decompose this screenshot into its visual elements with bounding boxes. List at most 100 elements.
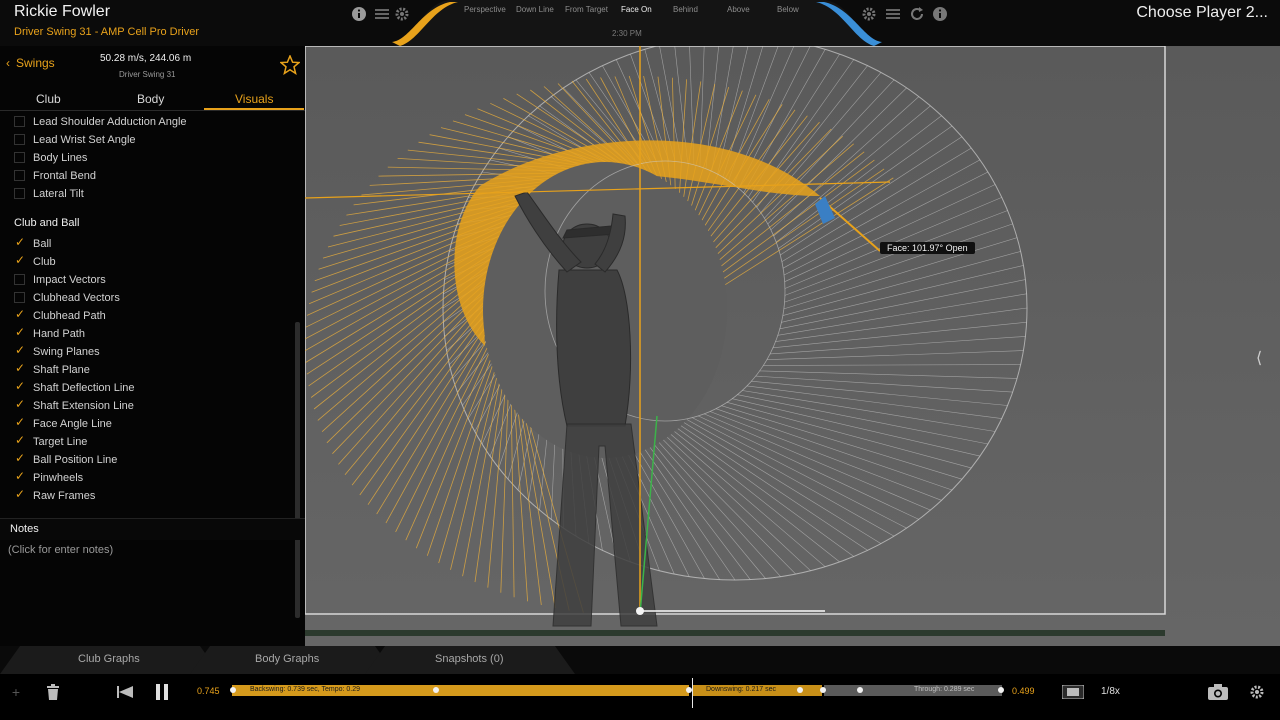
playback-speed[interactable]: 1/8x <box>1101 686 1120 697</box>
gear-icon[interactable] <box>860 5 878 23</box>
tab-club[interactable]: Club <box>36 92 61 106</box>
option-checkbox[interactable] <box>14 170 25 181</box>
option-row[interactable]: Lead Shoulder Adduction Angle <box>14 113 187 130</box>
option-row[interactable]: Shaft Extension Line <box>14 397 134 414</box>
info-icon[interactable] <box>350 5 368 23</box>
option-checkbox[interactable] <box>14 307 25 321</box>
tab-club-graphs[interactable]: Club Graphs <box>78 653 140 665</box>
option-row[interactable]: Body Lines <box>14 149 87 166</box>
pause-icon[interactable] <box>152 682 172 702</box>
option-checkbox[interactable] <box>14 361 25 375</box>
option-checkbox[interactable] <box>14 188 25 199</box>
option-checkbox[interactable] <box>14 253 25 267</box>
option-checkbox[interactable] <box>14 379 25 393</box>
option-checkbox[interactable] <box>14 134 25 145</box>
star-icon[interactable] <box>279 54 301 76</box>
gear-icon[interactable] <box>1247 682 1267 702</box>
option-checkbox[interactable] <box>14 343 25 357</box>
option-checkbox[interactable] <box>14 292 25 303</box>
option-row[interactable]: Raw Frames <box>14 487 95 504</box>
option-row[interactable]: Club <box>14 253 56 270</box>
option-label: Shaft Plane <box>33 363 90 376</box>
option-row[interactable]: Shaft Deflection Line <box>14 379 135 396</box>
view-above[interactable]: Above <box>727 5 750 14</box>
option-checkbox[interactable] <box>14 469 25 483</box>
backswing-segment[interactable]: Backswing: 0.739 sec, Tempo: 0.29 <box>232 685 689 696</box>
tab-body[interactable]: Body <box>137 92 164 106</box>
timeline-marker[interactable] <box>230 687 236 693</box>
option-row[interactable]: Pinwheels <box>14 469 83 486</box>
option-row[interactable]: Lateral Tilt <box>14 185 84 202</box>
swings-back-button[interactable]: ‹ Swings <box>6 56 55 70</box>
option-checkbox[interactable] <box>14 235 25 249</box>
frame-mode-icon[interactable] <box>1062 682 1084 702</box>
option-checkbox[interactable] <box>14 433 25 447</box>
visuals-panel: ‹ Swings 50.28 m/s, 244.06 m Driver Swin… <box>0 46 305 646</box>
timeline-marker[interactable] <box>433 687 439 693</box>
option-label: Frontal Bend <box>33 169 96 182</box>
option-label: Pinwheels <box>33 471 84 484</box>
refresh-icon[interactable] <box>908 5 926 23</box>
trash-icon[interactable] <box>43 682 63 702</box>
option-checkbox[interactable] <box>14 152 25 163</box>
option-label: Raw Frames <box>33 489 96 502</box>
option-row[interactable]: Lead Wrist Set Angle <box>14 131 136 148</box>
tab-body-graphs[interactable]: Body Graphs <box>255 653 319 665</box>
view-face-on[interactable]: Face On <box>621 5 652 14</box>
option-label: Impact Vectors <box>33 273 106 286</box>
view-from-target[interactable]: From Target <box>565 5 608 14</box>
chevron-left-icon[interactable]: ⟨ <box>1256 348 1262 368</box>
option-checkbox[interactable] <box>14 451 25 465</box>
option-row[interactable]: Face Angle Line <box>14 415 112 432</box>
view-perspective[interactable]: Perspective <box>464 5 506 14</box>
choose-player-button[interactable]: Choose Player 2... <box>1136 4 1268 22</box>
timeline-marker[interactable] <box>820 687 826 693</box>
panel-scrollbar[interactable] <box>295 322 300 618</box>
swings-back-label: Swings <box>16 56 55 70</box>
playhead[interactable] <box>692 678 693 708</box>
option-checkbox[interactable] <box>14 274 25 285</box>
option-row[interactable]: Shaft Plane <box>14 361 90 378</box>
option-row[interactable]: Ball <box>14 235 51 252</box>
option-row[interactable]: Swing Planes <box>14 343 100 360</box>
start-time: 0.745 <box>197 686 220 696</box>
option-row[interactable]: Frontal Bend <box>14 167 96 184</box>
list-icon[interactable] <box>884 5 902 23</box>
add-icon[interactable]: + <box>6 682 26 702</box>
view-behind[interactable]: Behind <box>673 5 698 14</box>
timeline-marker[interactable] <box>797 687 803 693</box>
info-icon[interactable] <box>931 5 949 23</box>
camera-icon[interactable] <box>1208 682 1228 702</box>
option-row[interactable]: Clubhead Vectors <box>14 289 120 306</box>
option-row[interactable]: Impact Vectors <box>14 271 106 288</box>
notes-header: Notes <box>0 518 305 540</box>
option-checkbox[interactable] <box>14 325 25 339</box>
option-label: Lead Wrist Set Angle <box>33 133 136 146</box>
view-down-line[interactable]: Down Line <box>516 5 554 14</box>
option-row[interactable]: Hand Path <box>14 325 85 342</box>
through-segment[interactable]: Through: 0.289 sec <box>824 685 1002 696</box>
swing-viewport[interactable]: Face: 101.97° Open ⟨ <box>305 46 1280 646</box>
end-time: 0.499 <box>1012 686 1035 696</box>
option-row[interactable]: Clubhead Path <box>14 307 106 324</box>
option-checkbox[interactable] <box>14 487 25 501</box>
option-row[interactable]: Target Line <box>14 433 87 450</box>
option-checkbox[interactable] <box>14 397 25 411</box>
skip-back-icon[interactable] <box>115 682 135 702</box>
player-name[interactable]: Rickie Fowler <box>14 3 110 21</box>
backswing-label: Backswing: 0.739 sec, Tempo: 0.29 <box>250 686 360 693</box>
view-selector: Perspective Down Line From Target Face O… <box>392 0 882 46</box>
timeline-marker[interactable] <box>857 687 863 693</box>
downswing-label: Downswing: 0.217 sec <box>706 686 777 693</box>
option-row[interactable]: Ball Position Line <box>14 451 117 468</box>
option-checkbox[interactable] <box>14 415 25 429</box>
notes-input[interactable]: (Click for enter notes) <box>8 544 113 556</box>
timeline-marker[interactable] <box>998 687 1004 693</box>
view-below[interactable]: Below <box>777 5 799 14</box>
list-icon[interactable] <box>373 5 391 23</box>
timeline-track[interactable]: Backswing: 0.739 sec, Tempo: 0.29 Downsw… <box>230 685 1004 696</box>
option-label: Clubhead Vectors <box>33 291 120 304</box>
tab-snapshots[interactable]: Snapshots (0) <box>435 653 503 665</box>
tab-visuals[interactable]: Visuals <box>235 92 273 106</box>
option-checkbox[interactable] <box>14 116 25 127</box>
